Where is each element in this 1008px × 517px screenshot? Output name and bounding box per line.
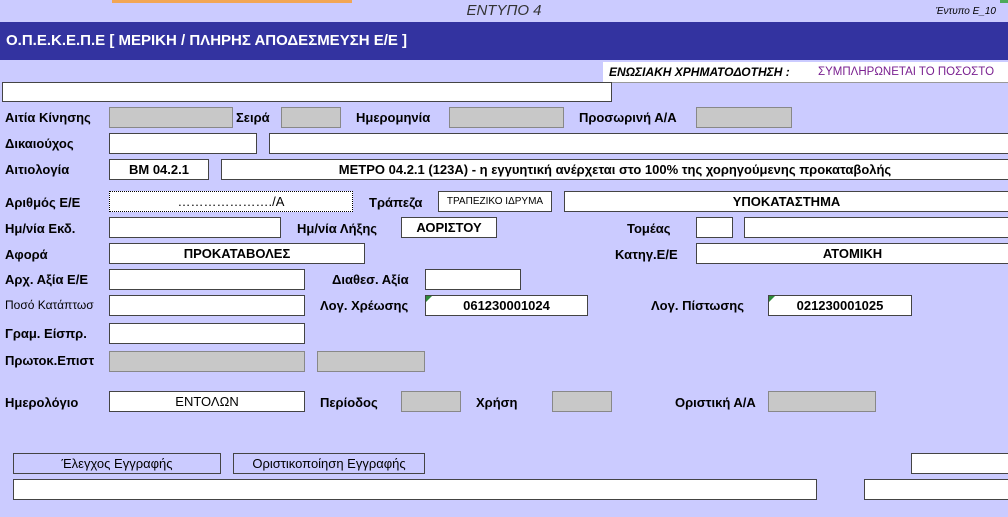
issue-date-label: Ημ/νία Εκδ. bbox=[5, 221, 76, 236]
series-field[interactable] bbox=[281, 107, 341, 128]
beneficiary-code-field[interactable] bbox=[109, 133, 257, 154]
concerns-label: Αφορά bbox=[5, 247, 48, 262]
debit-account-value: 061230001024 bbox=[463, 298, 550, 313]
forfeit-amount-label: Ποσό Κατάπτωσ bbox=[5, 298, 94, 312]
expiry-date-field[interactable]: ΑΟΡΙΣΤΟΥ bbox=[401, 217, 497, 238]
finalize-entry-button[interactable]: Οριστικοποίηση Εγγραφής bbox=[233, 453, 425, 474]
period-field[interactable] bbox=[401, 391, 461, 412]
status-field-bottom[interactable] bbox=[864, 479, 1008, 500]
check-entry-button[interactable]: Έλεγχος Εγγραφής bbox=[13, 453, 221, 474]
journal-label: Ημερολόγιο bbox=[5, 395, 79, 410]
credit-account-field[interactable]: 021230001025 bbox=[768, 295, 912, 316]
category-label: Κατηγ.Ε/Ε bbox=[615, 247, 678, 262]
category-field[interactable]: ΑΤΟΜΙΚΗ bbox=[696, 243, 1008, 264]
year-label: Χρήση bbox=[476, 395, 518, 410]
year-field[interactable] bbox=[552, 391, 612, 412]
guarantee-no-field[interactable]: …………………./Α bbox=[109, 191, 353, 212]
receipt-line-field[interactable] bbox=[109, 323, 305, 344]
funding-label: ΕΝΩΣΙΑΚΗ ΧΡΗΜΑΤΟΔΟΤΗΣΗ : bbox=[609, 65, 790, 79]
funding-panel: ΕΝΩΣΙΑΚΗ ΧΡΗΜΑΤΟΔΟΤΗΣΗ : ΣΥΜΠΛΗΡΩΝΕΤΑΙ Τ… bbox=[603, 62, 1008, 83]
beneficiary-label: Δικαιούχος bbox=[5, 136, 74, 151]
justification-label: Αιτιολογία bbox=[5, 162, 70, 177]
initial-value-field[interactable] bbox=[109, 269, 305, 290]
message-field[interactable] bbox=[13, 479, 817, 500]
series-label: Σειρά bbox=[236, 110, 270, 125]
bank-field[interactable]: ΤΡΑΠΕΖΙΚΟ ΙΔΡΥΜΑ bbox=[438, 191, 552, 212]
cell-note-marker bbox=[769, 296, 775, 302]
temp-aa-label: Προσωρινή Α/Α bbox=[579, 110, 677, 125]
status-field-top[interactable] bbox=[911, 453, 1008, 474]
funding-value: ΣΥΜΠΛΗΡΩΝΕΤΑΙ ΤΟ ΠΟΣΟΣΤΟ bbox=[818, 66, 995, 78]
justification-code-field[interactable]: ΒΜ 04.2.1 bbox=[109, 159, 209, 180]
temp-aa-field[interactable] bbox=[696, 107, 792, 128]
header-title: Ο.Π.Ε.Κ.Ε.Π.Ε [ ΜΕΡΙΚΗ / ΠΛΗΡΗΣ ΑΠΟΔΕΣΜΕ… bbox=[6, 32, 408, 49]
sector-label: Τομέας bbox=[627, 221, 671, 236]
concerns-field[interactable]: ΠΡΟΚΑΤΑΒΟΛΕΣ bbox=[109, 243, 365, 264]
receipt-line-label: Γραμ. Είσπρ. bbox=[5, 326, 87, 341]
branch-field[interactable]: ΥΠΟΚΑΤΑΣΤΗΜΑ bbox=[564, 191, 1008, 212]
date-field[interactable] bbox=[449, 107, 564, 128]
date-label: Ημερομηνία bbox=[356, 110, 431, 125]
protocol-number-field[interactable] bbox=[109, 351, 305, 372]
final-aa-field[interactable] bbox=[768, 391, 876, 412]
guarantee-no-label: Αριθμός Ε/Ε bbox=[5, 195, 81, 210]
protocol-date-field[interactable] bbox=[317, 351, 425, 372]
issue-date-field[interactable] bbox=[109, 217, 281, 238]
available-value-label: Διαθεσ. Αξία bbox=[332, 272, 409, 287]
sector-code-field[interactable] bbox=[696, 217, 733, 238]
initial-value-label: Αρχ. Αξία Ε/Ε bbox=[5, 272, 89, 287]
period-label: Περίοδος bbox=[320, 395, 378, 410]
form-title: ΕΝΤΥΠΟ 4 bbox=[466, 2, 542, 19]
sector-name-field[interactable] bbox=[744, 217, 1008, 238]
notes-field[interactable] bbox=[2, 82, 612, 102]
available-value-field[interactable] bbox=[425, 269, 521, 290]
justification-text-field[interactable]: ΜΕΤΡΟ 04.2.1 (123Α) - η εγγυητική ανέρχε… bbox=[221, 159, 1008, 180]
bank-label: Τράπεζα bbox=[369, 195, 423, 210]
form-code: Έντυπο Ε_10 bbox=[935, 6, 996, 17]
credit-account-value: 021230001025 bbox=[796, 298, 884, 313]
debit-account-field[interactable]: 061230001024 bbox=[425, 295, 588, 316]
expiry-date-label: Ημ/νία Λήξης bbox=[297, 221, 378, 236]
cause-field[interactable] bbox=[109, 107, 233, 128]
header-bar: Ο.Π.Ε.Κ.Ε.Π.Ε [ ΜΕΡΙΚΗ / ΠΛΗΡΗΣ ΑΠΟΔΕΣΜΕ… bbox=[0, 22, 1008, 60]
credit-account-label: Λογ. Πίστωσης bbox=[651, 298, 744, 313]
final-aa-label: Οριστική Α/Α bbox=[675, 395, 756, 410]
cell-note-marker bbox=[426, 296, 432, 302]
beneficiary-name-field[interactable] bbox=[269, 133, 1008, 154]
cause-label: Αιτία Κίνησης bbox=[5, 110, 91, 125]
forfeit-amount-field[interactable] bbox=[109, 295, 305, 316]
journal-field[interactable]: ΕΝΤΟΛΩΝ bbox=[109, 391, 305, 412]
debit-account-label: Λογ. Χρέωσης bbox=[320, 298, 409, 313]
protocol-label: Πρωτοκ.Επιστ bbox=[5, 353, 95, 368]
